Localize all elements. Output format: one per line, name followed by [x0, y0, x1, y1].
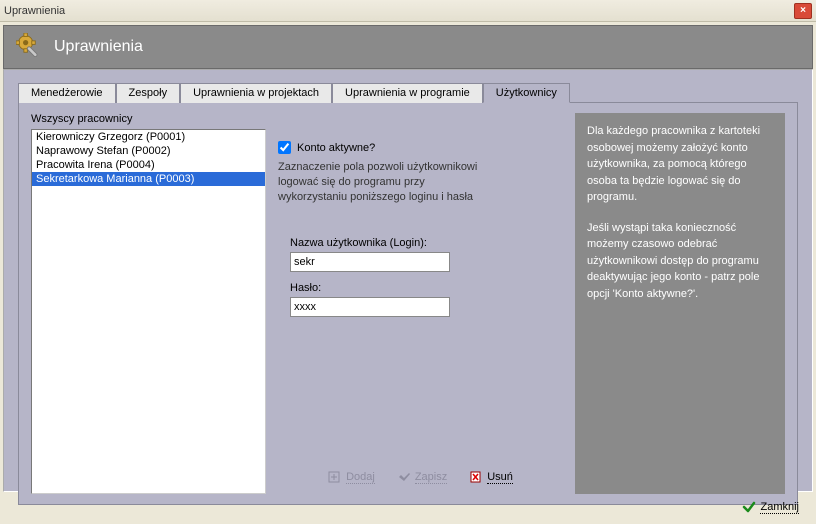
account-active-label[interactable]: Konto aktywne? — [297, 142, 375, 154]
account-active-checkbox[interactable] — [278, 141, 291, 154]
login-label: Nazwa użytkownika (Login): — [290, 237, 563, 249]
tab-program-perms[interactable]: Uprawnienia w programie — [332, 83, 483, 103]
window-close-button[interactable]: × — [794, 3, 812, 19]
add-button[interactable]: Dodaj — [328, 470, 375, 484]
delete-button[interactable]: Usuń — [469, 470, 513, 484]
account-description: Zaznaczenie pola pozwoli użytkownikowi l… — [278, 160, 488, 205]
tab-teams[interactable]: Zespoły — [116, 83, 181, 103]
help-paragraph-1: Dla każdego pracownika z kartoteki osobo… — [587, 123, 773, 206]
window: Uprawnienia × Uprawnienia Menedżerowie — [0, 0, 816, 524]
close-icon: × — [800, 5, 806, 16]
check-icon — [742, 500, 756, 514]
header-title: Uprawnienia — [54, 38, 143, 56]
footer: Zamknij — [3, 493, 813, 521]
employees-column: Wszyscy pracownicy Kierowniczy Grzegorz … — [31, 113, 266, 494]
tab-managers[interactable]: Menedżerowie — [18, 83, 116, 103]
content-area: Menedżerowie Zespoły Uprawnienia w proje… — [3, 69, 813, 492]
add-label: Dodaj — [346, 471, 375, 484]
header-band: Uprawnienia — [3, 25, 813, 69]
window-title: Uprawnienia — [4, 5, 794, 17]
help-paragraph-2: Jeśli wystąpi taka konieczność możemy cz… — [587, 220, 773, 303]
login-input[interactable] — [290, 252, 450, 272]
gear-wrench-icon — [16, 33, 44, 61]
delete-icon — [469, 470, 483, 484]
add-icon — [328, 470, 342, 484]
tab-users[interactable]: Użytkownicy — [483, 83, 570, 103]
delete-label: Usuń — [487, 471, 513, 484]
help-panel: Dla każdego pracownika z kartoteki osobo… — [575, 113, 785, 494]
tabs-row: Menedżerowie Zespoły Uprawnienia w proje… — [18, 82, 798, 102]
account-column: Konto aktywne? Zaznaczenie pola pozwoli … — [278, 113, 563, 494]
save-icon — [397, 470, 411, 484]
employees-listbox[interactable]: Kierowniczy Grzegorz (P0001)Naprawowy St… — [31, 129, 266, 494]
titlebar: Uprawnienia × — [0, 0, 816, 22]
password-label: Hasło: — [290, 282, 563, 294]
list-item[interactable]: Sekretarkowa Marianna (P0003) — [32, 172, 265, 186]
tab-panel-users: Wszyscy pracownicy Kierowniczy Grzegorz … — [18, 102, 798, 505]
employees-heading: Wszyscy pracownicy — [31, 113, 266, 125]
close-label: Zamknij — [760, 501, 799, 514]
close-button[interactable]: Zamknij — [742, 500, 799, 514]
save-button[interactable]: Zapisz — [397, 470, 447, 484]
password-input[interactable] — [290, 297, 450, 317]
action-row: Dodaj Zapisz Usuń — [278, 470, 563, 484]
list-item[interactable]: Naprawowy Stefan (P0002) — [32, 144, 265, 158]
list-item[interactable]: Pracowita Irena (P0004) — [32, 158, 265, 172]
save-label: Zapisz — [415, 471, 447, 484]
tab-project-perms[interactable]: Uprawnienia w projektach — [180, 83, 332, 103]
list-item[interactable]: Kierowniczy Grzegorz (P0001) — [32, 130, 265, 144]
